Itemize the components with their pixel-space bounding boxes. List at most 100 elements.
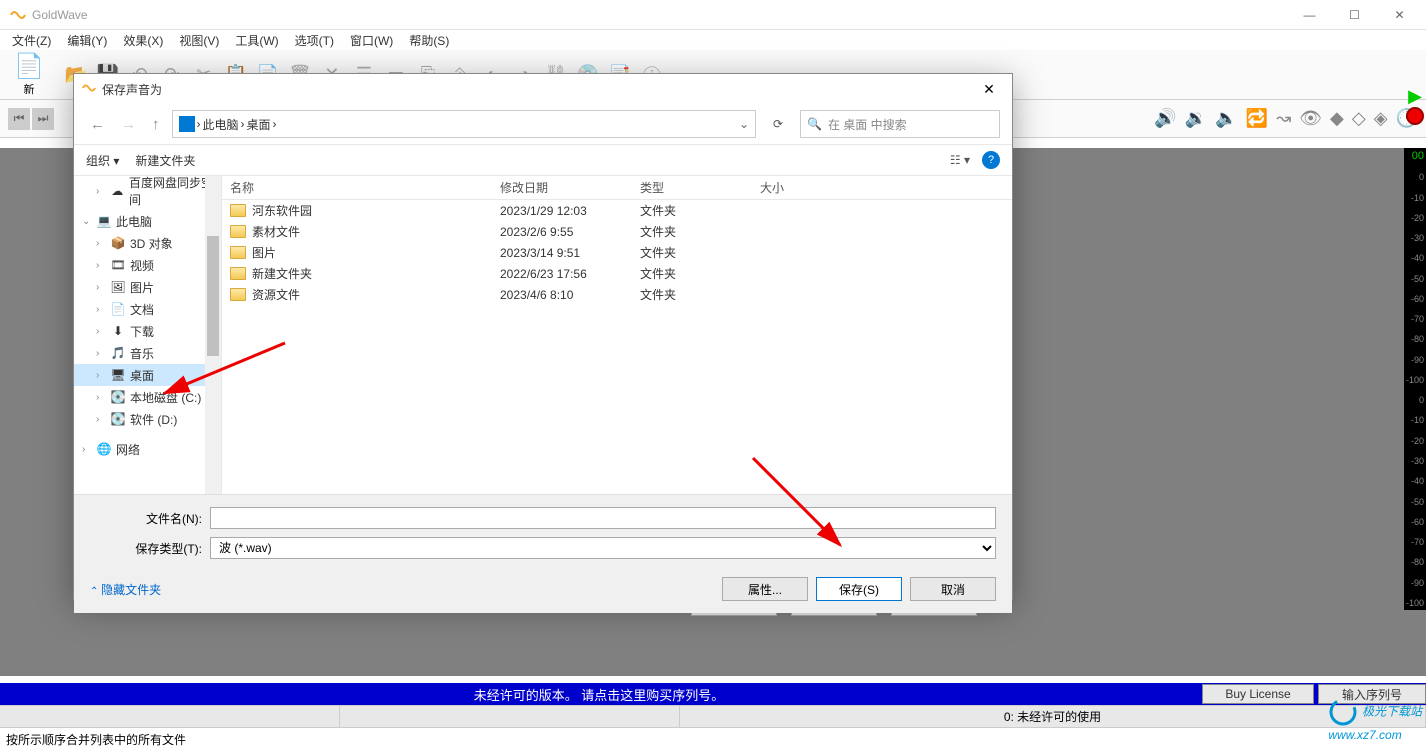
- filename-input[interactable]: [210, 507, 996, 529]
- menu-tools[interactable]: 工具(W): [227, 32, 286, 49]
- back-button[interactable]: ←: [86, 116, 109, 133]
- file-row[interactable]: 素材文件2023/2/6 9:55文件夹: [222, 221, 1012, 242]
- goldwave-icon: [10, 7, 26, 23]
- folder-icon: [230, 204, 246, 217]
- forward-button[interactable]: →: [117, 116, 140, 133]
- col-name[interactable]: 名称: [222, 179, 492, 196]
- sidebar-item-music[interactable]: ›🎵音乐: [74, 342, 221, 364]
- shuffle-icon[interactable]: ↝: [1276, 108, 1291, 129]
- file-row[interactable]: 新建文件夹2022/6/23 17:56文件夹: [222, 263, 1012, 284]
- file-row[interactable]: 图片2023/3/14 9:51文件夹: [222, 242, 1012, 263]
- maximize-button[interactable]: ☐: [1332, 0, 1377, 30]
- speaker-icon[interactable]: 🔊: [1154, 108, 1176, 129]
- filetype-select[interactable]: 波 (*.wav): [210, 537, 996, 559]
- save-button[interactable]: 保存(S): [816, 577, 902, 601]
- menubar: 文件(Z) 编辑(Y) 效果(X) 视图(V) 工具(W) 选项(T) 窗口(W…: [0, 30, 1426, 50]
- app-titlebar: GoldWave — ☐ ✕: [0, 0, 1426, 30]
- filename-label: 文件名(N):: [90, 510, 202, 527]
- sidebar-item-baidu[interactable]: ›☁百度网盘同步空间: [74, 180, 221, 202]
- diamond3-icon[interactable]: ◈: [1374, 108, 1388, 129]
- sidebar-item-pictures[interactable]: ›🖼图片: [74, 276, 221, 298]
- breadcrumb-pc[interactable]: 此电脑: [203, 116, 239, 133]
- search-input[interactable]: 🔍 在 桌面 中搜索: [800, 110, 1000, 138]
- view-mode-button[interactable]: ☷ ▾: [950, 153, 970, 167]
- buy-license-button[interactable]: Buy License: [1202, 684, 1314, 704]
- new-button[interactable]: 📄 新: [4, 50, 54, 99]
- search-icon: 🔍: [807, 117, 822, 131]
- breadcrumb-sep: ›: [273, 117, 277, 131]
- menu-options[interactable]: 选项(T): [287, 32, 342, 49]
- sidebar-item-network[interactable]: ›🌐网络: [74, 438, 221, 460]
- goldwave-icon: [82, 81, 96, 98]
- loop-icon[interactable]: 🔁: [1246, 108, 1268, 129]
- up-button[interactable]: ↑: [148, 116, 164, 133]
- voldown-icon[interactable]: 🔈: [1215, 108, 1237, 129]
- breadcrumb-desktop[interactable]: 桌面: [247, 116, 271, 133]
- breadcrumb[interactable]: › 此电脑 › 桌面 › ⌄: [172, 110, 757, 138]
- col-size[interactable]: 大小: [752, 179, 832, 196]
- menu-view[interactable]: 视图(V): [171, 32, 227, 49]
- breadcrumb-sep: ›: [197, 117, 201, 131]
- properties-button[interactable]: 属性...: [722, 577, 808, 601]
- col-date[interactable]: 修改日期: [492, 179, 632, 196]
- level-meter: 00 0 -10 -20 -30 -40 -50 -60 -70 -80 -90…: [1404, 148, 1426, 610]
- prev-icon[interactable]: ⏮: [8, 108, 30, 130]
- sidebar-item-documents[interactable]: ›📄文档: [74, 298, 221, 320]
- sidebar-item-downloads[interactable]: ›⬇下载: [74, 320, 221, 342]
- col-type[interactable]: 类型: [632, 179, 752, 196]
- diamond-icon[interactable]: ◆: [1330, 108, 1344, 129]
- help-icon[interactable]: ?: [982, 151, 1000, 169]
- new-folder-button[interactable]: 新建文件夹: [135, 152, 195, 169]
- sidebar-item-desktop[interactable]: ›🖥桌面: [74, 364, 221, 386]
- status-center: 0: 未经许可的使用: [680, 706, 1426, 727]
- breadcrumb-dropdown-icon[interactable]: ⌄: [739, 117, 749, 131]
- file-row[interactable]: 河东软件园2023/1/29 12:03文件夹: [222, 200, 1012, 221]
- minimize-button[interactable]: —: [1287, 0, 1332, 30]
- status-section: [340, 706, 680, 727]
- app-title: GoldWave: [32, 8, 1287, 22]
- document-icon: 📄: [110, 301, 126, 317]
- diamond2-icon[interactable]: ◇: [1352, 108, 1366, 129]
- file-list-header: 名称 修改日期 类型 大小: [222, 176, 1012, 200]
- pc-icon: [179, 116, 195, 132]
- sidebar-item-thispc[interactable]: ⌄💻此电脑: [74, 210, 221, 232]
- scrollbar-thumb[interactable]: [207, 236, 219, 356]
- save-as-dialog: 保存声音为 ✕ ← → ↑ › 此电脑 › 桌面 › ⌄ ⟳ 🔍 在 桌面 中搜…: [73, 73, 1013, 600]
- next-icon[interactable]: ⏭: [32, 108, 54, 130]
- menu-edit[interactable]: 编辑(Y): [59, 32, 115, 49]
- file-row[interactable]: 资源文件2023/4/6 8:10文件夹: [222, 284, 1012, 305]
- menu-window[interactable]: 窗口(W): [342, 32, 401, 49]
- organize-button[interactable]: 组织: [86, 152, 119, 169]
- dialog-close-button[interactable]: ✕: [974, 81, 1004, 98]
- menu-effect[interactable]: 效果(X): [115, 32, 171, 49]
- dialog-titlebar: 保存声音为 ✕: [74, 74, 1012, 104]
- picture-icon: 🖼: [110, 279, 126, 295]
- sidebar-item-3d[interactable]: ›📦3D 对象: [74, 232, 221, 254]
- menu-file[interactable]: 文件(Z): [4, 32, 59, 49]
- download-icon: ⬇: [110, 323, 126, 339]
- folder-tree: ›☁百度网盘同步空间 ⌄💻此电脑 ›📦3D 对象 ›🎞视频 ›🖼图片 ›📄文档 …: [74, 176, 222, 494]
- sidebar-scrollbar[interactable]: [205, 176, 221, 494]
- cube-icon: 📦: [110, 235, 126, 251]
- pc-icon: 💻: [96, 213, 112, 229]
- breadcrumb-sep: ›: [241, 117, 245, 131]
- refresh-button[interactable]: ⟳: [764, 110, 792, 138]
- filetype-label: 保存类型(T):: [90, 540, 202, 557]
- record-button[interactable]: ▶: [1404, 80, 1426, 130]
- menu-help[interactable]: 帮助(S): [401, 32, 457, 49]
- sidebar-item-videos[interactable]: ›🎞视频: [74, 254, 221, 276]
- music-icon: 🎵: [110, 345, 126, 361]
- eye-icon[interactable]: 👁: [1299, 108, 1322, 129]
- sidebar-item-ddrive[interactable]: ›💽软件 (D:): [74, 408, 221, 430]
- hide-folders-link[interactable]: 隐藏文件夹: [90, 581, 161, 598]
- video-icon: 🎞: [110, 257, 126, 273]
- license-message[interactable]: 未经许可的版本。 请点击这里购买序列号。: [0, 685, 1198, 704]
- meter-time: 00: [1406, 150, 1424, 162]
- search-placeholder: 在 桌面 中搜索: [828, 116, 907, 133]
- close-button[interactable]: ✕: [1377, 0, 1422, 30]
- volup-icon[interactable]: 🔉: [1185, 108, 1207, 129]
- cloud-icon: ☁: [110, 183, 125, 199]
- cancel-button[interactable]: 取消: [910, 577, 996, 601]
- dialog-nav: ← → ↑ › 此电脑 › 桌面 › ⌄ ⟳ 🔍 在 桌面 中搜索: [74, 104, 1012, 144]
- sidebar-item-cdrive[interactable]: ›💽本地磁盘 (C:): [74, 386, 221, 408]
